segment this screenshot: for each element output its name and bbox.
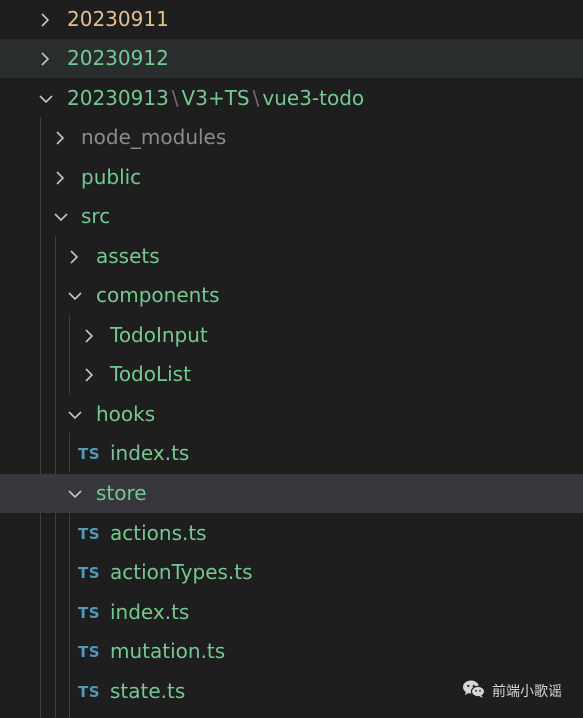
watermark: 前端小歌谣 — [462, 678, 562, 704]
file-label: state.ts — [110, 679, 186, 703]
folder-label: TodoList — [110, 362, 191, 386]
tree-item-file-actiontypes-ts[interactable]: TS actionTypes.ts — [0, 553, 583, 592]
tree-item-folder-public[interactable]: public — [0, 158, 583, 197]
folder-label-part: V3+TS — [181, 86, 250, 110]
typescript-file-icon: TS — [78, 563, 101, 582]
folder-label: node_modules — [81, 125, 227, 149]
chevron-right-icon — [35, 0, 55, 39]
tree-item-file-actions-ts[interactable]: TS actions.ts — [0, 514, 583, 553]
typescript-file-icon: TS — [78, 444, 101, 463]
file-label: actionTypes.ts — [110, 560, 253, 584]
chevron-down-icon — [65, 474, 85, 513]
folder-label-compact: 20230913 \ V3+TS \ vue3-todo — [67, 79, 364, 118]
file-label: index.ts — [110, 600, 190, 624]
tree-item-folder-assets[interactable]: assets — [0, 237, 583, 276]
chevron-right-icon — [35, 39, 55, 78]
folder-label: components — [96, 283, 220, 307]
folder-label-part: vue3-todo — [262, 86, 365, 110]
chevron-down-icon — [51, 197, 71, 236]
tree-item-folder-node-modules[interactable]: node_modules — [0, 118, 583, 157]
file-label: actions.ts — [110, 521, 207, 545]
typescript-file-icon: TS — [78, 682, 101, 701]
tree-item-folder-vue3-todo[interactable]: 20230913 \ V3+TS \ vue3-todo — [0, 79, 583, 118]
file-label: index.ts — [110, 441, 190, 465]
folder-label: 20230912 — [67, 46, 169, 70]
tree-item-folder-src[interactable]: src — [0, 197, 583, 236]
folder-label: TodoInput — [110, 323, 208, 347]
file-explorer-tree: 20230911 20230912 20230913 \ V3+TS \ vue3-to… — [0, 0, 583, 718]
tree-item-folder-hooks[interactable]: hooks — [0, 395, 583, 434]
tree-item-folder-20230912[interactable]: 20230912 — [0, 39, 583, 78]
typescript-file-icon: TS — [78, 524, 101, 543]
folder-label: assets — [96, 244, 160, 268]
folder-label: src — [81, 204, 111, 228]
typescript-file-icon: TS — [78, 603, 101, 622]
chevron-down-icon — [65, 395, 85, 434]
tree-item-folder-todolist[interactable]: TodoList — [0, 355, 583, 394]
path-separator: \ — [252, 86, 260, 110]
chevron-down-icon — [65, 276, 85, 315]
wechat-icon — [462, 679, 486, 703]
tree-item-folder-components[interactable]: components — [0, 276, 583, 315]
folder-label: hooks — [96, 402, 156, 426]
chevron-right-icon — [79, 355, 99, 394]
tree-item-file-mutation-ts[interactable]: TS mutation.ts — [0, 632, 583, 671]
folder-label-part: 20230913 — [67, 86, 169, 110]
tree-item-folder-todoinput[interactable]: TodoInput — [0, 316, 583, 355]
watermark-text: 前端小歌谣 — [492, 684, 562, 700]
chevron-right-icon — [64, 237, 84, 276]
chevron-right-icon — [79, 316, 99, 355]
tree-item-folder-store[interactable]: store — [0, 474, 583, 513]
folder-label: public — [81, 165, 142, 189]
folder-label: 20230911 — [67, 7, 169, 31]
chevron-down-icon — [36, 79, 56, 118]
chevron-right-icon — [50, 118, 70, 157]
tree-item-file-store-index-ts[interactable]: TS index.ts — [0, 593, 583, 632]
folder-label: store — [96, 481, 147, 505]
tree-item-file-hooks-index-ts[interactable]: TS index.ts — [0, 434, 583, 473]
file-label: mutation.ts — [110, 639, 226, 663]
chevron-right-icon — [50, 158, 70, 197]
typescript-file-icon: TS — [78, 642, 101, 661]
tree-item-folder-20230911[interactable]: 20230911 — [0, 0, 583, 39]
path-separator: \ — [171, 86, 179, 110]
